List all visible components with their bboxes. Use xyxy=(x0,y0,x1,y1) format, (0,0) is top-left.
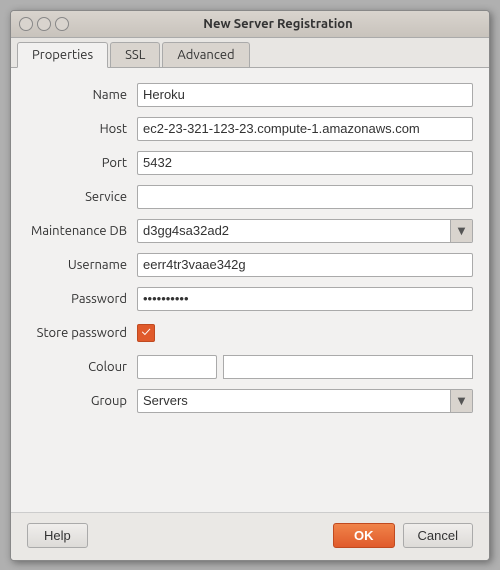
content-spacer xyxy=(27,422,473,502)
ok-button[interactable]: OK xyxy=(333,523,395,548)
name-row: Name xyxy=(27,82,473,108)
service-row: Service xyxy=(27,184,473,210)
dialog-window: New Server Registration Properties SSL A… xyxy=(10,10,490,561)
tab-properties[interactable]: Properties xyxy=(17,42,108,68)
button-bar: Help OK Cancel xyxy=(11,512,489,560)
maintenance-db-dropdown-btn[interactable]: ▼ xyxy=(450,220,472,242)
colour-text-input[interactable] xyxy=(137,355,217,379)
store-password-row: Store password ✓ xyxy=(27,320,473,346)
colour-control xyxy=(137,355,473,379)
tab-ssl[interactable]: SSL xyxy=(110,42,160,67)
username-row: Username xyxy=(27,252,473,278)
name-label: Name xyxy=(27,88,137,102)
window-title: New Server Registration xyxy=(75,17,481,31)
name-input[interactable] xyxy=(137,83,473,107)
colour-swatch[interactable] xyxy=(223,355,473,379)
username-input[interactable] xyxy=(137,253,473,277)
group-input[interactable] xyxy=(138,390,450,412)
titlebar-buttons xyxy=(19,17,69,31)
group-label: Group xyxy=(27,394,137,408)
username-label: Username xyxy=(27,258,137,272)
tab-advanced[interactable]: Advanced xyxy=(162,42,249,67)
store-password-control: ✓ xyxy=(137,324,473,342)
group-control: ▼ xyxy=(137,389,473,413)
dropdown-arrow-icon: ▼ xyxy=(458,225,466,237)
colour-row: Colour xyxy=(27,354,473,380)
minimize-button[interactable] xyxy=(37,17,51,31)
host-input[interactable] xyxy=(137,117,473,141)
port-control xyxy=(137,151,473,175)
maintenance-db-control: ▼ xyxy=(137,219,473,243)
password-control xyxy=(137,287,473,311)
tab-bar: Properties SSL Advanced xyxy=(11,38,489,68)
group-select-wrapper: ▼ xyxy=(137,389,473,413)
store-password-checkbox[interactable]: ✓ xyxy=(137,324,155,342)
port-input[interactable] xyxy=(137,151,473,175)
help-button[interactable]: Help xyxy=(27,523,88,548)
port-label: Port xyxy=(27,156,137,170)
dropdown-arrow-icon-2: ▼ xyxy=(458,395,466,407)
username-control xyxy=(137,253,473,277)
password-label: Password xyxy=(27,292,137,306)
colour-label: Colour xyxy=(27,360,137,374)
password-input[interactable] xyxy=(137,287,473,311)
colour-row-inner xyxy=(137,355,473,379)
host-label: Host xyxy=(27,122,137,136)
close-button[interactable] xyxy=(19,17,33,31)
host-row: Host xyxy=(27,116,473,142)
maintenance-db-label: Maintenance DB xyxy=(27,224,137,238)
store-password-label: Store password xyxy=(27,326,137,340)
group-dropdown-btn[interactable]: ▼ xyxy=(450,390,472,412)
checkmark-icon: ✓ xyxy=(141,326,150,339)
password-row: Password xyxy=(27,286,473,312)
store-password-checkbox-wrapper: ✓ xyxy=(137,324,155,342)
service-input[interactable] xyxy=(137,185,473,209)
form-content: Name Host Port Service xyxy=(11,68,489,512)
maintenance-db-select-wrapper: ▼ xyxy=(137,219,473,243)
maximize-button[interactable] xyxy=(55,17,69,31)
service-control xyxy=(137,185,473,209)
maintenance-db-input[interactable] xyxy=(138,220,450,242)
group-row: Group ▼ xyxy=(27,388,473,414)
titlebar: New Server Registration xyxy=(11,11,489,38)
cancel-button[interactable]: Cancel xyxy=(403,523,473,548)
name-control xyxy=(137,83,473,107)
maintenance-db-row: Maintenance DB ▼ xyxy=(27,218,473,244)
service-label: Service xyxy=(27,190,137,204)
port-row: Port xyxy=(27,150,473,176)
host-control xyxy=(137,117,473,141)
